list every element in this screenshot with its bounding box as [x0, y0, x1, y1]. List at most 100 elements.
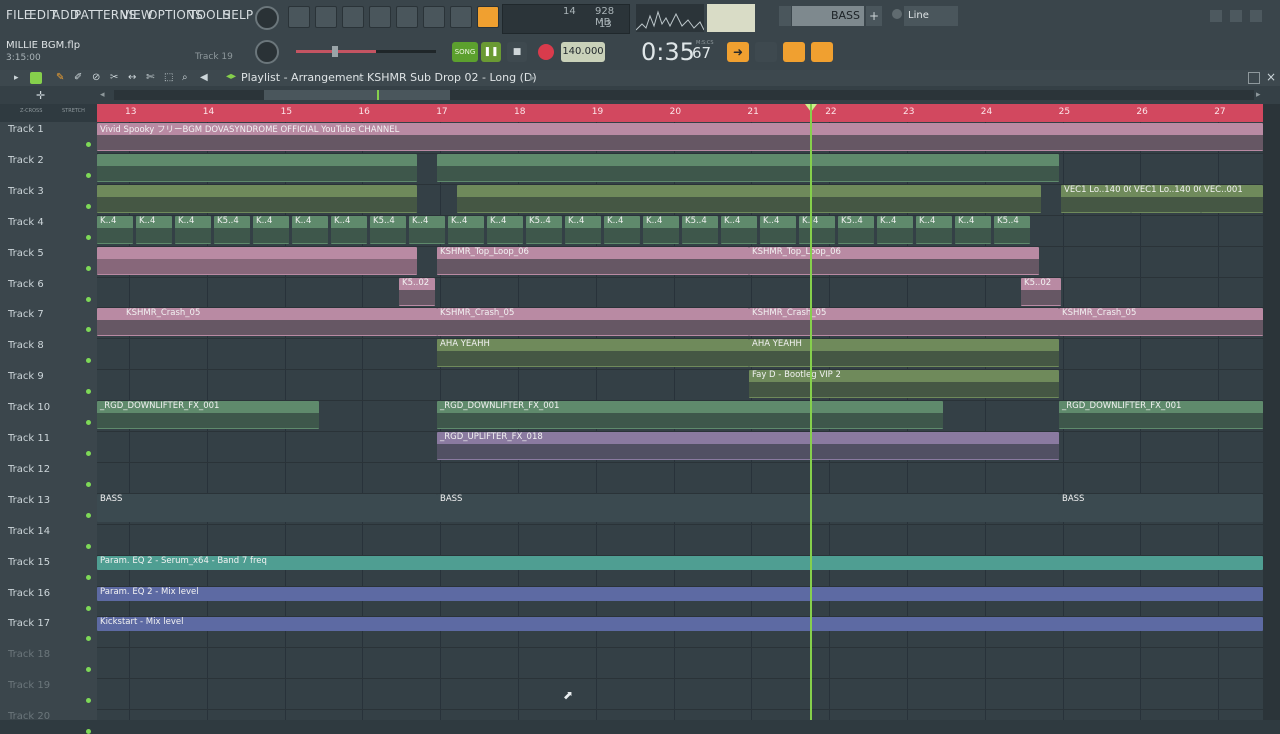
- kick-clip[interactable]: K5..4: [838, 215, 874, 244]
- menu-help[interactable]: HELP: [222, 8, 253, 22]
- stamp-icon[interactable]: [450, 6, 472, 28]
- audio-clip[interactable]: Vivid Spooky フリーBGM DOVASYNDROME OFFICIA…: [97, 123, 1263, 151]
- track-mute-led[interactable]: [86, 729, 91, 734]
- track-mute-led[interactable]: [86, 265, 91, 271]
- playlist-options-icon[interactable]: ▸: [14, 73, 19, 83]
- kick-clip[interactable]: K..4: [955, 215, 991, 244]
- timeline-ruler[interactable]: 13 14 15 16 17 18 19 20 21 22 23 24 25 26 27: [97, 104, 1263, 122]
- audio-clip[interactable]: K5..02: [399, 277, 435, 306]
- snap-select[interactable]: Line: [904, 6, 958, 26]
- track-label[interactable]: Track 12: [8, 464, 50, 475]
- select-icon[interactable]: ⬚: [164, 72, 173, 83]
- pattern-clip[interactable]: [97, 184, 417, 213]
- track-label[interactable]: Track 8: [8, 340, 44, 351]
- scroll-right-icon[interactable]: ▸: [1256, 90, 1261, 100]
- kick-clip[interactable]: K5..4: [370, 215, 406, 244]
- pattern-clip[interactable]: [457, 184, 1041, 213]
- track-label[interactable]: Track 7: [8, 309, 44, 320]
- audio-clip[interactable]: AHA YEAHH: [437, 339, 749, 368]
- slice-icon[interactable]: ✄: [146, 72, 154, 83]
- link-icon[interactable]: [477, 6, 499, 28]
- kick-clip[interactable]: K..4: [916, 215, 952, 244]
- kick-clip[interactable]: K..4: [721, 215, 757, 244]
- playhead-line[interactable]: [810, 104, 812, 720]
- vertical-scrollbar[interactable]: [1263, 104, 1280, 720]
- track-label[interactable]: Track 20: [8, 711, 50, 722]
- kick-clip[interactable]: K..4: [604, 215, 640, 244]
- audio-clip[interactable]: KSHMR_Crash_05: [123, 308, 437, 337]
- minimize-icon[interactable]: [1210, 10, 1222, 22]
- browser-icon[interactable]: [396, 6, 418, 28]
- kick-clip[interactable]: K..4: [136, 215, 172, 244]
- track-label[interactable]: Track 14: [8, 526, 50, 537]
- audio-clip[interactable]: KSHMR_Crash_05: [1059, 308, 1263, 337]
- pause-button[interactable]: ❚❚: [481, 42, 501, 62]
- audio-clip[interactable]: KSHMR_Crash_05: [437, 308, 749, 337]
- close-icon[interactable]: [1250, 10, 1262, 22]
- kick-clip[interactable]: K..4: [175, 215, 211, 244]
- master-pitch-slider[interactable]: [296, 46, 436, 57]
- track-label[interactable]: Track 11: [8, 433, 50, 444]
- automation-clip[interactable]: Param. EQ 2 - Serum_x64 - Band 7 freq: [97, 555, 1263, 570]
- horizontal-scrollbar[interactable]: [114, 90, 1254, 100]
- playlist-window-icon[interactable]: [288, 6, 310, 28]
- track-mute-led[interactable]: [86, 698, 91, 704]
- kick-clip[interactable]: K..4: [97, 215, 133, 244]
- channel-prev-button[interactable]: [779, 6, 791, 26]
- audio-clip[interactable]: KSHMR_Top_Loop_06: [437, 246, 749, 275]
- track-mute-led[interactable]: [86, 142, 91, 147]
- track-mute-led[interactable]: [86, 389, 91, 395]
- audio-clip[interactable]: K5..02: [1021, 277, 1061, 306]
- track-label[interactable]: Track 10: [8, 402, 50, 413]
- kick-clip[interactable]: K..4: [643, 215, 679, 244]
- track-mute-led[interactable]: [86, 667, 91, 673]
- piano-roll-icon[interactable]: [315, 6, 337, 28]
- magnet-snap-icon[interactable]: [30, 72, 42, 84]
- speaker-icon[interactable]: ◀: [200, 72, 208, 83]
- track-mute-led[interactable]: [86, 636, 91, 642]
- kick-clip[interactable]: K5..4: [526, 215, 562, 244]
- track-label[interactable]: Track 18: [8, 649, 50, 660]
- current-channel-label[interactable]: BASS: [792, 6, 864, 26]
- kick-clip[interactable]: K5..4: [214, 215, 250, 244]
- track-mute-led[interactable]: [86, 605, 91, 611]
- keyboard-icon[interactable]: [783, 42, 805, 62]
- audio-clip[interactable]: VEC1 Lo..140 001: [1131, 184, 1201, 213]
- automation-clip[interactable]: Param. EQ 2 - Mix level: [97, 586, 1263, 601]
- track-label[interactable]: Track 1: [8, 124, 44, 135]
- track-mute-led[interactable]: [86, 172, 91, 178]
- audio-clip[interactable]: VEC..001: [1201, 184, 1263, 213]
- pattern-clip[interactable]: [437, 153, 1059, 182]
- playlist-maximize-icon[interactable]: [1248, 72, 1260, 84]
- audio-clip[interactable]: _RGD_DOWNLIFTER_FX_001: [1059, 401, 1263, 430]
- track-label[interactable]: Track 2: [8, 155, 44, 166]
- mute-icon[interactable]: ✂: [110, 72, 118, 83]
- automation-clip[interactable]: Kickstart - Mix level: [97, 617, 1263, 632]
- paint-icon[interactable]: ✐: [74, 72, 82, 83]
- pattern-clip[interactable]: BASS: [1059, 493, 1263, 522]
- track-mute-led[interactable]: [86, 234, 91, 240]
- track-mute-led[interactable]: [86, 358, 91, 364]
- record-button[interactable]: [538, 44, 554, 60]
- track-label[interactable]: Track 17: [8, 618, 50, 629]
- countdown-icon[interactable]: [811, 42, 833, 62]
- kick-clip[interactable]: K..4: [448, 215, 484, 244]
- kick-clip[interactable]: K..4: [253, 215, 289, 244]
- zoom-icon[interactable]: ⌕: [182, 72, 188, 83]
- metronome-icon[interactable]: [755, 42, 777, 62]
- track-label[interactable]: Track 4: [8, 217, 44, 228]
- arrow-right-icon[interactable]: ➜: [727, 42, 749, 62]
- kick-clip[interactable]: K..4: [487, 215, 523, 244]
- track-mute-led[interactable]: [86, 420, 91, 426]
- audio-clip[interactable]: KSHMR_Top_Loop_06: [749, 246, 1039, 275]
- tempo-display[interactable]: 140.000: [561, 42, 605, 62]
- mixer-icon[interactable]: [369, 6, 391, 28]
- plugin-picker-icon[interactable]: [423, 6, 445, 28]
- playlist-close-icon[interactable]: ×: [1266, 70, 1276, 84]
- stop-button[interactable]: ■: [507, 42, 527, 62]
- track-mute-led[interactable]: [86, 543, 91, 549]
- pattern-clip[interactable]: [97, 153, 417, 182]
- track-mute-led[interactable]: [86, 296, 91, 302]
- audio-clip[interactable]: _RGD_DOWNLIFTER_FX_001: [97, 401, 319, 430]
- track-label[interactable]: Track 15: [8, 557, 50, 568]
